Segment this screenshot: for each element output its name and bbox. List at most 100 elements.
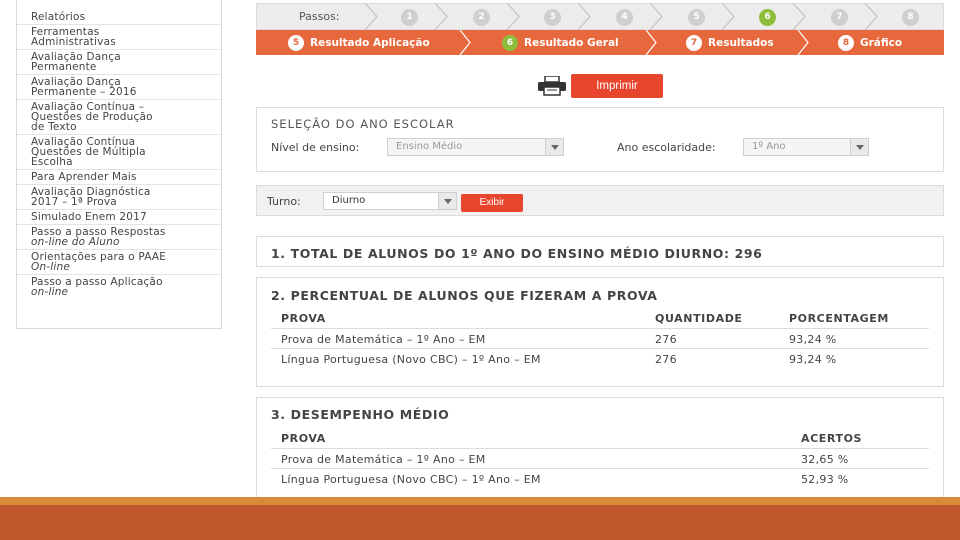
step-tab-grafico[interactable]: 8 Gráfico xyxy=(838,34,902,51)
table-cell-acertos: 52,93 % xyxy=(801,473,849,486)
step-number-badge: 8 xyxy=(838,34,854,51)
chevron-right-icon xyxy=(864,3,878,30)
sidebar-item-producao-texto[interactable]: Avaliação Contínua – Questões de Produçã… xyxy=(17,100,221,135)
sidebar-item-label: Permanente – 2016 xyxy=(31,86,137,98)
step-tab-label: Resultados xyxy=(708,36,774,49)
chevron-right-icon xyxy=(364,3,378,30)
chevron-right-icon xyxy=(434,3,448,30)
table-cell-prova: Prova de Matemática – 1º Ano – EM xyxy=(281,333,486,346)
sidebar-item-simulado-enem[interactable]: Simulado Enem 2017 xyxy=(17,210,221,225)
sidebar-item-label: on-line do Aluno xyxy=(31,236,120,248)
footer-band xyxy=(0,497,960,540)
section-3-title: 3. DESEMPENHO MÉDIO xyxy=(271,407,450,422)
column-header-porcentagem: PORCENTAGEM xyxy=(789,312,889,325)
chevron-right-icon xyxy=(649,3,663,30)
section-2-title: 2. PERCENTUAL DE ALUNOS QUE FIZERAM A PR… xyxy=(271,288,658,303)
step-number-badge: 5 xyxy=(288,34,304,51)
sidebar-item-label: de Texto xyxy=(31,121,77,133)
sidebar-item-label: Permanente xyxy=(31,61,97,73)
section-percentual: 2. PERCENTUAL DE ALUNOS QUE FIZERAM A PR… xyxy=(256,277,944,387)
chevron-down-icon xyxy=(850,139,868,155)
column-header-acertos: ACERTOS xyxy=(801,432,863,445)
chevron-right-icon xyxy=(792,3,806,30)
step-6[interactable]: 6 xyxy=(759,9,776,26)
step-1[interactable]: 1 xyxy=(401,9,418,26)
table-cell-acertos: 32,65 % xyxy=(801,453,849,466)
level-label: Nível de ensino: xyxy=(271,141,360,154)
print-button[interactable]: Imprimir xyxy=(571,74,663,98)
chevron-right-icon xyxy=(797,30,809,55)
step-8[interactable]: 8 xyxy=(902,9,919,26)
step-number-badge: 7 xyxy=(686,34,702,51)
turno-select-value: Diurno xyxy=(332,195,366,206)
section-total-alunos: 1. TOTAL DE ALUNOS DO 1º ANO DO ENSINO M… xyxy=(256,236,944,267)
exibir-button[interactable]: Exibir xyxy=(461,194,523,212)
step-5[interactable]: 5 xyxy=(688,9,705,26)
column-header-quantidade: QUANTIDADE xyxy=(655,312,743,325)
step-tab-label: Resultado Aplicação xyxy=(310,36,430,49)
sidebar-item-passo-aplicacao[interactable]: Passo a passo Aplicação on-line xyxy=(17,275,221,299)
year-select-value: 1º Ano xyxy=(752,141,786,152)
step-tab-label: Gráfico xyxy=(860,36,903,49)
sidebar-item-aprender-mais[interactable]: Para Aprender Mais xyxy=(17,170,221,185)
steps-bar: Passos: 1 2 3 4 5 6 7 8 xyxy=(256,3,944,30)
selection-panel: SELEÇÃO DO ANO ESCOLAR Nível de ensino: … xyxy=(256,107,944,172)
table-cell-quantidade: 276 xyxy=(655,353,677,366)
sidebar-item-relatorios[interactable]: Relatórios xyxy=(17,0,221,25)
step-2[interactable]: 2 xyxy=(473,9,490,26)
sidebar-item-ferramentas[interactable]: Ferramentas Administrativas xyxy=(17,25,221,50)
steps-sub-bar: 5 Resultado Aplicação 6 Resultado Geral … xyxy=(256,30,944,55)
turno-panel: Turno: Diurno Exibir xyxy=(256,185,944,216)
step-tab-resultados[interactable]: 7 Resultados xyxy=(686,34,774,51)
chevron-down-icon xyxy=(438,193,456,209)
sidebar-item-orientacoes-paae[interactable]: Orientações para o PAAE On-line xyxy=(17,250,221,275)
footer-accent-line xyxy=(0,497,960,505)
sidebar-item-label: On-line xyxy=(31,261,71,273)
step-tab-resultado-aplicacao[interactable]: 5 Resultado Aplicação xyxy=(288,34,430,51)
sidebar-item-label: on-line xyxy=(31,286,69,298)
printer-icon[interactable] xyxy=(537,76,567,96)
sidebar-item-multipla-escolha[interactable]: Avaliação Contínua Questões de Múltipla … xyxy=(17,135,221,170)
year-label: Ano escolaridade: xyxy=(617,141,716,154)
row-divider xyxy=(271,468,929,469)
column-header-prova: PROVA xyxy=(281,432,326,445)
year-select[interactable]: 1º Ano xyxy=(743,138,869,156)
step-tab-label: Resultado Geral xyxy=(524,36,619,49)
sidebar-item-label: Simulado Enem 2017 xyxy=(31,211,147,223)
sidebar-item-label: 2017 – 1ª Prova xyxy=(31,196,117,208)
turno-label: Turno: xyxy=(267,195,301,208)
chevron-right-icon xyxy=(459,30,471,55)
chevron-down-icon xyxy=(545,139,563,155)
step-4[interactable]: 4 xyxy=(616,9,633,26)
table-cell-quantidade: 276 xyxy=(655,333,677,346)
sidebar-item-label: Para Aprender Mais xyxy=(31,171,137,183)
level-select-value: Ensino Médio xyxy=(396,141,463,152)
selection-title: SELEÇÃO DO ANO ESCOLAR xyxy=(271,117,455,131)
step-tab-resultado-geral[interactable]: 6 Resultado Geral xyxy=(502,34,619,51)
table-cell-prova: Língua Portuguesa (Novo CBC) – 1º Ano – … xyxy=(281,473,541,486)
row-divider xyxy=(271,328,929,329)
sidebar-item-label: Escolha xyxy=(31,156,73,168)
section-1-title: 1. TOTAL DE ALUNOS DO 1º ANO DO ENSINO M… xyxy=(271,246,763,261)
sidebar-item-avaliacao-danca-2016[interactable]: Avaliação Dança Permanente – 2016 xyxy=(17,75,221,100)
level-select[interactable]: Ensino Médio xyxy=(387,138,564,156)
sidebar-item-avaliacao-danca[interactable]: Avaliação Dança Permanente xyxy=(17,50,221,75)
table-cell-prova: Língua Portuguesa (Novo CBC) – 1º Ano – … xyxy=(281,353,541,366)
table-cell-prova: Prova de Matemática – 1º Ano – EM xyxy=(281,453,486,466)
sidebar-item-label: Relatórios xyxy=(31,11,86,23)
step-7[interactable]: 7 xyxy=(831,9,848,26)
section-desempenho: 3. DESEMPENHO MÉDIO PROVA ACERTOS Prova … xyxy=(256,397,944,507)
chevron-right-icon xyxy=(506,3,520,30)
sidebar-item-diagnostica[interactable]: Avaliação Diagnóstica 2017 – 1ª Prova xyxy=(17,185,221,210)
row-divider xyxy=(271,448,929,449)
step-number-badge: 6 xyxy=(502,34,518,51)
table-cell-porcentagem: 93,24 % xyxy=(789,353,837,366)
sidebar-menu: Relatórios Ferramentas Administrativas A… xyxy=(16,0,222,329)
step-3[interactable]: 3 xyxy=(544,9,561,26)
sidebar-item-passo-respostas[interactable]: Passo a passo Respostas on-line do Aluno xyxy=(17,225,221,250)
steps-label: Passos: xyxy=(299,10,340,23)
turno-select[interactable]: Diurno xyxy=(323,192,457,210)
chevron-right-icon xyxy=(577,3,591,30)
column-header-prova: PROVA xyxy=(281,312,326,325)
chevron-right-icon xyxy=(645,30,657,55)
